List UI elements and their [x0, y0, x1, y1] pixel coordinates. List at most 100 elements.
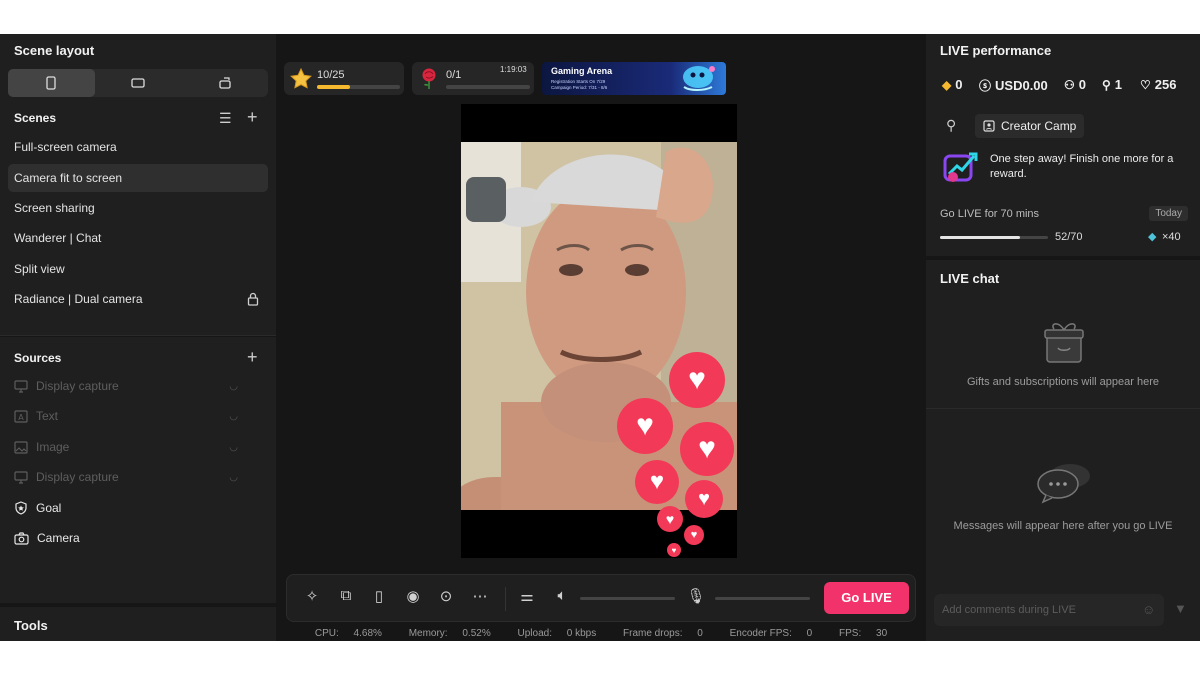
- upload-label: Upload:: [517, 628, 552, 639]
- add-source-button[interactable]: +: [247, 347, 258, 368]
- rose-icon: [422, 68, 436, 89]
- eye-closed-icon[interactable]: ◡: [229, 411, 238, 422]
- task-progress-bar: [940, 236, 1048, 239]
- layout-rotate-button[interactable]: [181, 69, 268, 97]
- right-sidebar: LIVE performance ◆ 0 ⓢ USD0.00 ⚇ 0 ⚲ 1 ♡ 256 …: [926, 34, 1200, 641]
- scene-item-split-view[interactable]: Split view: [8, 255, 268, 283]
- gift-chip[interactable]: 0/1 1:19:03: [412, 62, 534, 95]
- earnings-value: USD0.00: [995, 78, 1048, 93]
- banner-line-1: Registration Starts On 7/29: [551, 79, 606, 84]
- replay-icon[interactable]: ⊙: [435, 587, 457, 605]
- memory-value: 0.52%: [462, 628, 491, 639]
- source-item-camera[interactable]: Camera: [14, 527, 244, 549]
- magic-wand-icon[interactable]: ✧: [301, 587, 323, 605]
- mic-volume-slider[interactable]: [715, 597, 810, 600]
- layout-landscape-button[interactable]: [95, 69, 182, 97]
- scene-item-screen-sharing[interactable]: Screen sharing: [8, 194, 268, 222]
- go-live-button[interactable]: Go LIVE: [824, 582, 909, 614]
- monitor-icon: [14, 379, 28, 393]
- eye-closed-icon[interactable]: ◡: [229, 472, 238, 483]
- status-bar: CPU: 4.68% Memory: 0.52% Upload: 0 kbps …: [276, 628, 926, 639]
- source-label: Goal: [36, 501, 62, 515]
- record-icon[interactable]: ◉: [402, 587, 424, 605]
- gift-count: 0/1: [446, 69, 462, 81]
- eye-closed-icon[interactable]: ◡: [229, 442, 238, 453]
- reward-message: One step away! Finish one more for a rew…: [990, 153, 1174, 180]
- settings-sliders-icon[interactable]: ⚌: [516, 587, 538, 605]
- tools-title: Tools: [14, 618, 48, 633]
- likes-metric: ♡ 256: [1140, 77, 1176, 92]
- arena-mascot-image: [683, 66, 715, 91]
- chat-bubbles-icon: [1037, 464, 1090, 504]
- sources-panel: Sources + Display capture ◡ A Text ◡ Ima…: [0, 337, 276, 603]
- gifts-empty-message: Gifts and subscriptions will appear here: [967, 376, 1159, 388]
- followers-value: 1: [1114, 77, 1123, 92]
- encoder-fps-value: 0: [806, 628, 813, 639]
- source-item-text[interactable]: A Text ◡: [14, 405, 244, 427]
- live-chat-panel: LIVE chat Gifts and subscriptions will a…: [926, 260, 1200, 641]
- phone-icon[interactable]: ▯: [368, 587, 390, 605]
- scene-item-radiance-dual-camera[interactable]: Radiance | Dual camera: [8, 285, 268, 313]
- filter-icon[interactable]: ▼: [1174, 601, 1187, 616]
- goal-chip[interactable]: 10/25: [284, 62, 404, 95]
- scene-item-wanderer-chat[interactable]: Wanderer | Chat: [8, 224, 268, 252]
- scene-item-full-screen-camera[interactable]: Full-screen camera: [8, 133, 268, 161]
- goal-shield-icon: [15, 501, 27, 515]
- scene-list-icon[interactable]: ☰: [219, 110, 232, 127]
- task-today-tag: Today: [1149, 206, 1188, 221]
- lock-icon: [247, 292, 259, 306]
- diamonds-metric: ◆ 0: [942, 77, 962, 92]
- heart-reaction-icon: ♥: [680, 422, 734, 476]
- source-item-display-capture[interactable]: Display capture ◡: [14, 375, 244, 397]
- layout-portrait-button[interactable]: [8, 69, 95, 97]
- emoji-icon[interactable]: ☺: [1142, 602, 1155, 617]
- memory-label: Memory:: [408, 628, 448, 639]
- camera-icon: [14, 531, 29, 545]
- text-icon: A: [14, 409, 28, 423]
- likes-value: 256: [1154, 77, 1177, 92]
- encoder-fps-label: Encoder FPS:: [729, 628, 792, 639]
- goal-count: 10/25: [317, 69, 345, 81]
- badge-icon: [983, 120, 995, 132]
- heart-reaction-icon: ♥: [657, 506, 683, 532]
- speaker-volume-slider[interactable]: [580, 597, 675, 600]
- task-progress-fill: [940, 236, 1021, 239]
- divider: [926, 408, 1200, 409]
- source-item-display-capture-2[interactable]: Display capture ◡: [14, 466, 244, 488]
- gaming-arena-banner[interactable]: Gaming Arena Registration Starts On 7/29…: [542, 62, 726, 95]
- messages-empty-message: Messages will appear here after you go L…: [953, 520, 1173, 532]
- add-scene-button[interactable]: +: [247, 107, 258, 128]
- portrait-icon: [46, 76, 56, 90]
- heart-outline-icon: ♡: [1140, 77, 1151, 92]
- source-item-goal[interactable]: Goal: [14, 497, 244, 519]
- gift-progress-bar: [446, 85, 530, 89]
- more-icon[interactable]: ⋯: [469, 587, 491, 605]
- scene-item-camera-fit-to-screen[interactable]: Camera fit to screen: [8, 164, 268, 192]
- star-icon: [290, 68, 312, 89]
- gift-timer: 1:19:03: [500, 65, 527, 74]
- reward-chart-icon: [943, 152, 978, 182]
- eye-closed-icon[interactable]: ◡: [229, 381, 238, 392]
- source-label: Image: [36, 440, 70, 454]
- microphone-icon[interactable]: 🎙︎: [685, 587, 707, 605]
- heart-reaction-icon: ♥: [685, 480, 723, 518]
- tools-panel[interactable]: Tools: [0, 607, 276, 641]
- upload-value: 0 kbps: [566, 628, 597, 639]
- preview-area: 10/25 0/1 1:19:03 Gaming Arena Registrat…: [276, 34, 926, 641]
- person-chart-icon[interactable]: ⚲: [946, 117, 956, 134]
- rotate-screen-icon: [219, 77, 231, 89]
- live-performance-title: LIVE performance: [940, 43, 1052, 58]
- goal-progress-fill: [317, 85, 351, 89]
- cpu-label: CPU:: [314, 628, 339, 639]
- creator-camp-button[interactable]: Creator Camp: [975, 114, 1085, 138]
- task-progress-text: 52/70: [1055, 231, 1083, 243]
- speaker-icon[interactable]: 🔈︎: [551, 587, 573, 604]
- effects-icon[interactable]: ⧉: [335, 587, 357, 604]
- heart-reaction-icon: ♥: [635, 460, 679, 504]
- live-studio-app: Scene layout Scenes ☰ + Full-screen came…: [0, 34, 1200, 641]
- followers-metric: ⚲ 1: [1102, 77, 1122, 92]
- stream-preview[interactable]: ♥ ♥ ♥ ♥ ♥ ♥ ♥ ♥: [461, 104, 737, 558]
- comment-input[interactable]: [934, 594, 1164, 626]
- source-item-image[interactable]: Image ◡: [14, 436, 244, 458]
- layout-switcher: [8, 69, 268, 97]
